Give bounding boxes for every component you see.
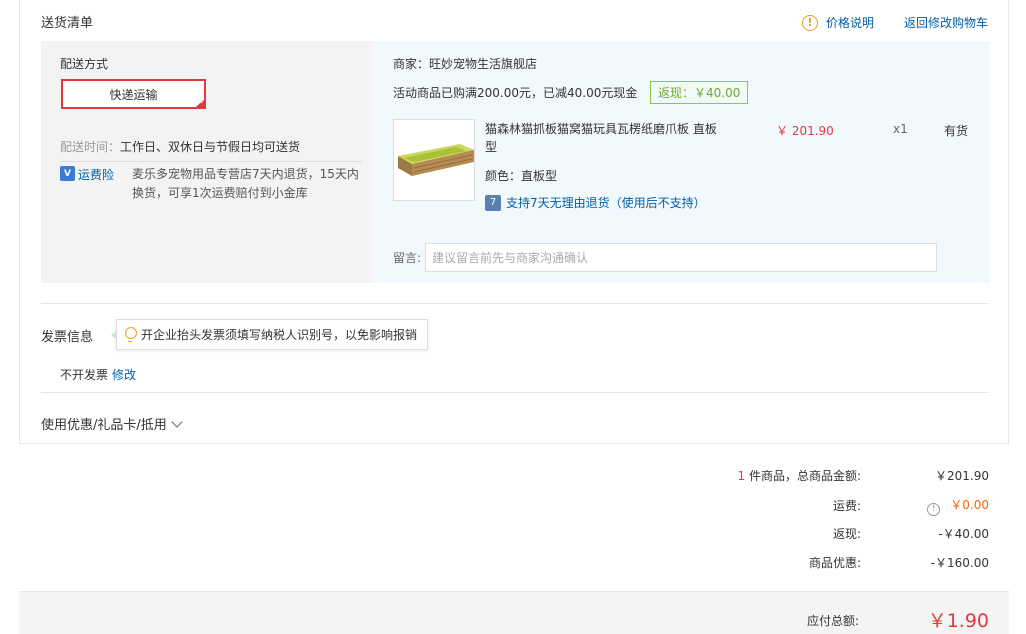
summary-shipping-label: 运费: [832,499,861,514]
summary-discount-label: 商品优惠: [808,556,861,570]
invoice-tip-text: 开企业抬头发票须填写纳税人识别号，以免影响报销 [141,328,418,342]
delivery-panel: 配送方式 快递运输 配送时间：工作日、双休日与节假日均可送货 V 运费险 麦乐多… [41,41,372,283]
product-stock: 有货 [944,124,969,138]
coupon-label: 使用优惠/礼品卡/抵用 [41,418,167,433]
invoice-edit-link[interactable]: 修改 [112,368,136,382]
rebate-badge: 返现：￥40.00 [650,81,749,104]
lightbulb-icon [123,326,137,343]
shipping-box: 配送方式 快递运输 配送时间：工作日、双休日与节假日均可送货 V 运费险 麦乐多… [41,41,990,283]
divider [41,392,989,393]
delivery-option-label: 快递运输 [109,87,158,102]
summary-discount: 商品优惠: -￥160.00 [589,554,989,571]
summary-discount-value: -￥160.00 [930,556,989,570]
product-image[interactable] [393,119,475,201]
shipping-insurance-label: 运费险 [78,168,115,182]
delivery-list-panel: 送货清单 ! 价格说明 返回修改购物车 配送方式 快递运输 配送时间：工作日、双… [19,0,1009,444]
summary-goods: 1 件商品，总商品金额: ￥201.90 [589,467,990,484]
delivery-time-value: 工作日、双休日与节假日均可送货 [120,140,301,154]
return-policy-text: 支持7天无理由退货（使用后不支持） [506,196,706,210]
delivery-time: 配送时间：工作日、双休日与节假日均可送货 [60,138,300,155]
delivery-time-key: 配送时间： [60,140,121,154]
remark-input[interactable] [425,243,937,272]
price-note[interactable]: ! 价格说明 [801,14,874,31]
summary-goods-text: 件商品，总商品金额: [745,469,861,483]
delivery-option-express[interactable]: 快递运输 [61,79,206,109]
summary-rebate-label: 返现: [832,527,861,541]
total-bar: 应付总额: ￥1.90 [19,591,1009,634]
summary-rebate-value: -￥40.00 [938,527,989,541]
shipping-insurance-text: 麦乐多宠物用品专营店7天内退货，15天内换货，可享1次运费赔付到小金库 [132,167,359,200]
delivery-method-label: 配送方式 [60,57,109,71]
shop-name: 商家：旺妙宠物生活旗舰店 [393,57,538,71]
invoice-value: 不开发票 修改 [60,366,136,383]
summary-shipping-value: ￥0.00 [950,498,989,512]
return-policy[interactable]: 7 支持7天无理由退货（使用后不支持） [485,194,706,211]
back-to-cart-link[interactable]: 返回修改购物车 [904,14,988,31]
invoice-type: 不开发票 [60,368,109,382]
total-amount: ￥1.90 [927,610,989,632]
price-note-link[interactable]: 价格说明 [826,14,874,31]
top-links: ! 价格说明 返回修改购物车 [801,14,988,31]
shield-icon: V [60,166,75,181]
invoice-title: 发票信息 [41,330,94,345]
shipping-insurance: V 运费险 麦乐多宠物用品专营店7天内退货，15天内换货，可享1次运费赔付到小金… [60,161,362,203]
shop-panel: 商家：旺妙宠物生活旗舰店 活动商品已购满200.00元，已减40.00元现金 返… [372,41,990,283]
summary-shipping: 运费: ! ￥0.00 [589,496,989,516]
total-label: 应付总额: [806,614,859,628]
product-quantity: x1 [893,122,908,136]
summary-shipping-value-wrap: ! ￥0.00 [861,496,989,516]
invoice-tooltip: 开企业抬头发票须填写纳税人识别号，以免影响报销 [110,319,429,350]
shipping-insurance-tag[interactable]: V 运费险 [60,165,132,203]
product-title[interactable]: 猫森林猫抓板猫窝猫玩具瓦楞纸磨爪板 直板型 [485,120,725,156]
remark-label: 留言: [393,251,422,265]
divider [41,303,989,304]
scratch-board-image [394,120,474,200]
promo-text: 活动商品已购满200.00元，已减40.00元现金 [393,86,638,100]
summary-count: 1 [737,469,746,483]
product-price: ￥ 201.90 [776,124,834,138]
summary-goods-label: 1 件商品，总商品金额: [738,467,862,484]
selected-check-icon [194,97,206,109]
summary-goods-value: ￥201.90 [935,469,989,483]
chevron-down-icon [171,415,183,428]
product-color: 颜色：直板型 [485,169,558,183]
coupon-toggle[interactable]: 使用优惠/礼品卡/抵用 [41,414,183,433]
return-icon: 7 [485,194,501,211]
warning-icon: ! [801,14,818,31]
info-icon[interactable]: ! [927,502,941,516]
section-title: 送货清单 [41,16,94,31]
summary-rebate: 返现: -￥40.00 [589,525,989,542]
